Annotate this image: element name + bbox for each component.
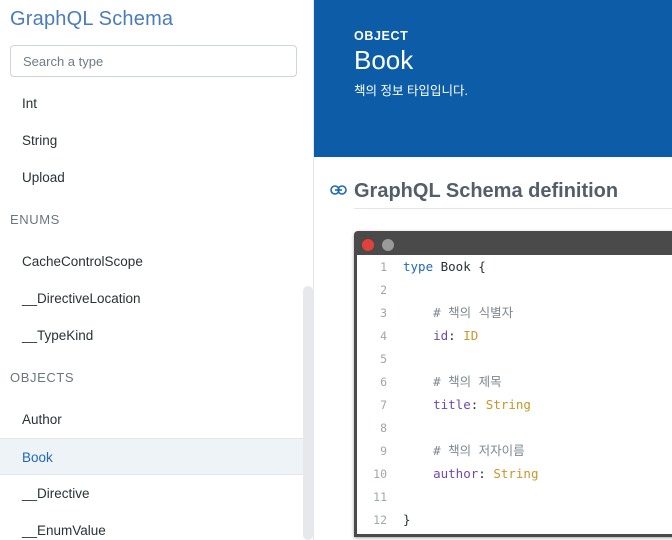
type-header: OBJECT Book 책의 정보 타입입니다. (314, 0, 672, 157)
code-token: : (448, 328, 464, 343)
code-token: Book { (433, 259, 486, 274)
code-line: 10 author: String (357, 462, 538, 485)
type-kind-label: OBJECT (354, 29, 409, 43)
type-item-enumvalue[interactable]: __EnumValue (0, 512, 303, 540)
code-line: 6 # 책의 제목 (357, 370, 502, 393)
code-line: 11 (357, 485, 403, 508)
code-token: } (403, 512, 411, 527)
code-token: # 책의 제목 (403, 374, 502, 389)
code-line: 7 title: String (357, 393, 531, 416)
code-token: # 책의 저자이름 (403, 443, 525, 458)
sidebar-scrollbar-thumb[interactable] (303, 286, 313, 540)
type-item-string[interactable]: String (0, 122, 303, 159)
type-item-cachecontrolscope[interactable]: CacheControlScope (0, 243, 303, 280)
line-number: 3 (380, 306, 387, 320)
code-token: id (403, 328, 449, 343)
line-number: 1 (380, 260, 387, 274)
code-editor[interactable]: 1 type Book {2 3 # 책의 식별자 4 id: ID 5 6 # 책의 제… (357, 255, 672, 534)
code-line: 8 (357, 416, 403, 439)
link-icon[interactable] (330, 184, 347, 196)
schema-definition-heading: GraphQL Schema definition (330, 178, 672, 209)
code-token: ID (463, 328, 479, 343)
section-divider (354, 208, 672, 209)
type-item-upload[interactable]: Upload (0, 159, 303, 196)
type-description: 책의 정보 타입입니다. (354, 84, 468, 98)
code-line: 9 # 책의 저자이름 (357, 439, 525, 462)
code-token: author (403, 466, 479, 481)
code-line: 12} (357, 508, 411, 531)
line-number: 2 (380, 283, 387, 297)
code-token: String (485, 397, 531, 412)
section-title: GraphQL Schema definition (354, 180, 619, 202)
close-dot-icon (362, 239, 374, 251)
code-line: 5 (357, 347, 403, 370)
line-number: 10 (373, 467, 387, 481)
type-name: Book (354, 45, 414, 75)
line-number: 5 (380, 352, 387, 366)
code-token: String (493, 466, 539, 481)
line-number: 9 (380, 444, 387, 458)
type-item-directive[interactable]: __Directive (0, 475, 303, 512)
line-number: 7 (380, 398, 387, 412)
code-token: : (470, 397, 486, 412)
code-token: : (478, 466, 494, 481)
type-item-directivelocation[interactable]: __DirectiveLocation (0, 280, 303, 317)
code-line: 4 id: ID (357, 324, 478, 347)
type-item-author[interactable]: Author (0, 401, 303, 438)
code-line: 2 (357, 278, 403, 301)
line-number: 4 (380, 329, 387, 343)
code-line: 3 # 책의 식별자 (357, 301, 513, 324)
code-token: title (403, 397, 471, 412)
section-label-enums: ENUMS (10, 212, 60, 227)
type-item-book[interactable]: Book (0, 438, 303, 475)
code-window: 1 type Book {2 3 # 책의 식별자 4 id: ID 5 6 # 책의 제… (354, 231, 672, 537)
line-number: 6 (380, 375, 387, 389)
search-input[interactable] (10, 45, 297, 77)
line-number: 11 (373, 490, 387, 504)
sidebar-title[interactable]: GraphQL Schema (10, 8, 173, 31)
type-item-typekind[interactable]: __TypeKind (0, 317, 303, 354)
sidebar: GraphQL Schema Int String Upload ENUMS C… (0, 0, 314, 540)
type-item-int[interactable]: Int (0, 85, 303, 122)
code-token: type (403, 259, 434, 274)
code-token: # 책의 식별자 (403, 305, 514, 320)
section-label-objects: OBJECTS (10, 370, 75, 385)
code-line: 1 type Book { (357, 255, 486, 278)
line-number: 12 (373, 513, 387, 527)
line-number: 8 (380, 421, 387, 435)
minimize-dot-icon (382, 239, 394, 251)
